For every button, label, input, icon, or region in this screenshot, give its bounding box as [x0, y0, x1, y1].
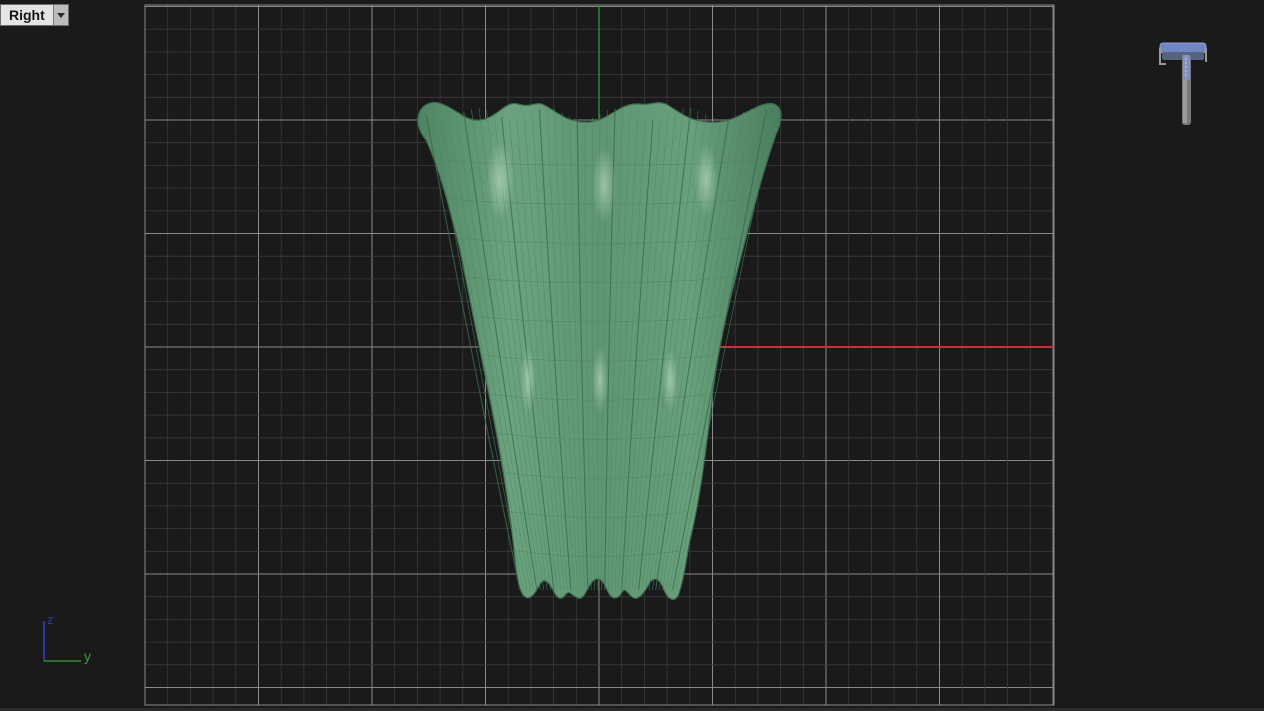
- vase-model[interactable]: [417, 101, 782, 600]
- vase-highlight: [520, 346, 536, 414]
- vase-highlight: [592, 346, 608, 414]
- triad-y-label: y: [84, 648, 91, 664]
- viewport-title[interactable]: Right: [1, 5, 53, 25]
- vase-highlight: [694, 144, 718, 216]
- viewport-canvas[interactable]: z y: [0, 0, 1264, 711]
- axis-triad-icon: z y: [43, 612, 91, 664]
- viewport-title-tab[interactable]: Right: [0, 4, 69, 26]
- chevron-down-icon[interactable]: [52, 5, 68, 25]
- vase-highlight: [662, 348, 678, 412]
- vase-highlight: [592, 147, 616, 223]
- viewport-right[interactable]: z y Right: [0, 0, 1264, 711]
- triad-z-label: z: [47, 612, 54, 627]
- vase-highlight: [486, 140, 514, 220]
- view-navigation-widget-icon[interactable]: [1159, 42, 1207, 125]
